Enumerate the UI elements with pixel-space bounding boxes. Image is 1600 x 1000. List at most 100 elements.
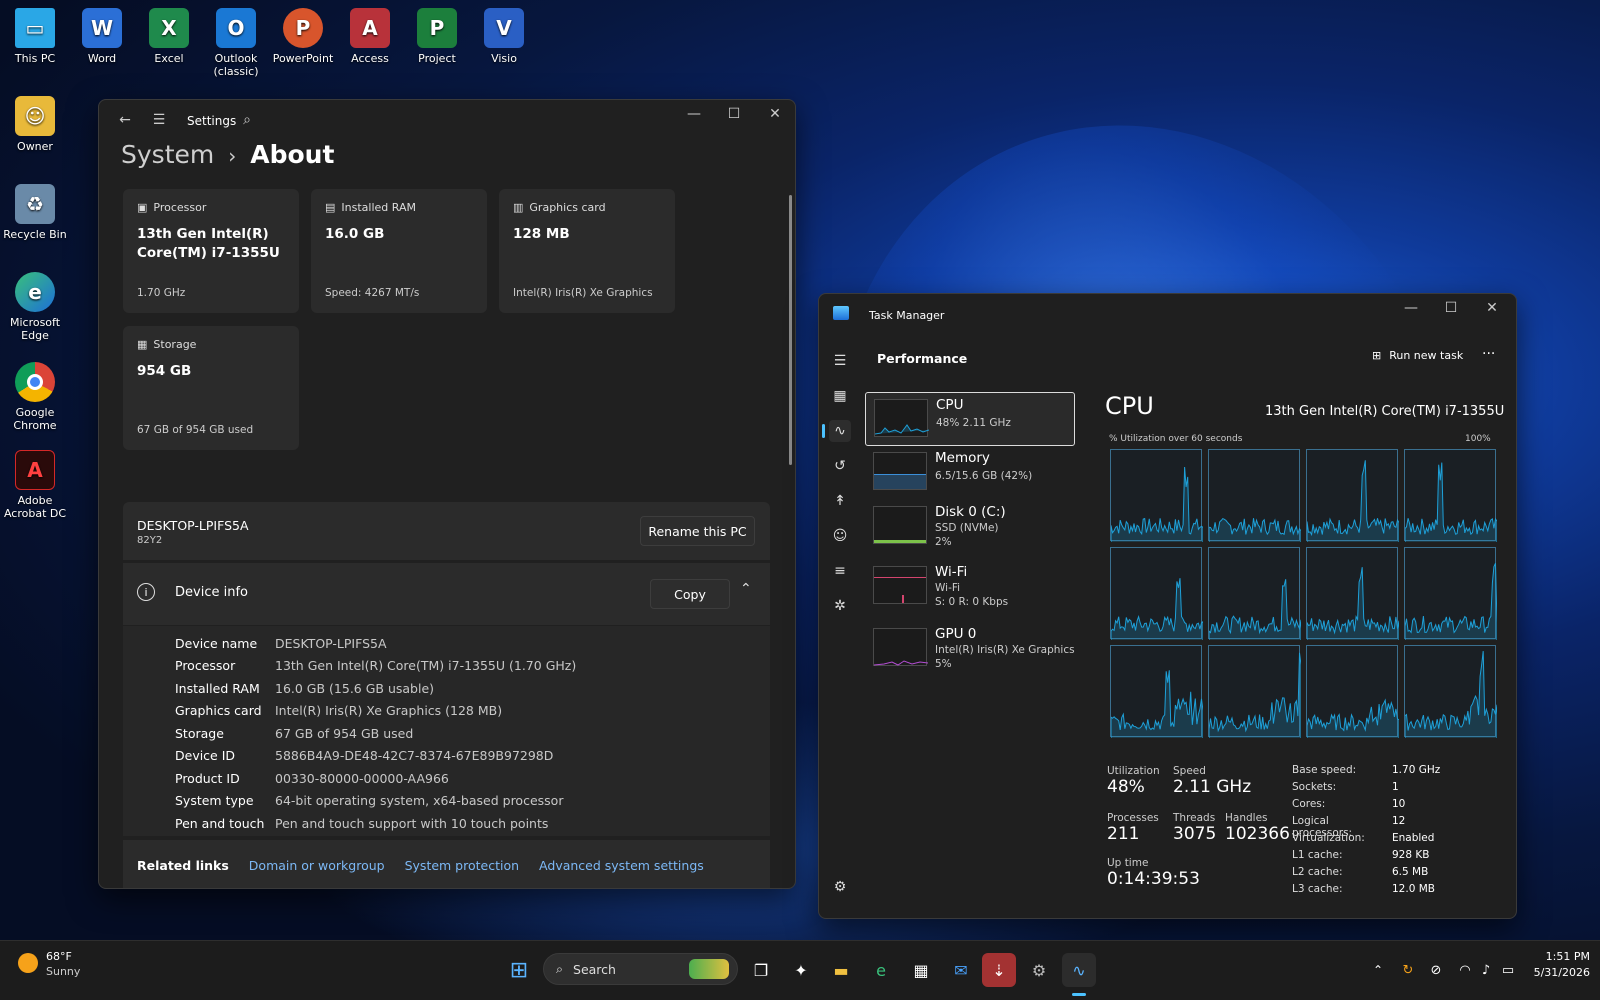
cpu-core-graph — [1404, 645, 1498, 738]
storage-used: 67 GB of 954 GB used — [137, 424, 254, 436]
outlook-taskbar-icon[interactable]: ✉ — [944, 953, 978, 987]
start-windows-icon[interactable]: ⊞ — [502, 953, 536, 987]
task-view-icon[interactable]: ❐ — [744, 953, 778, 987]
app-history-icon[interactable]: ↺ — [829, 455, 851, 477]
taskbar-search-box[interactable]: ⌕ Search — [543, 953, 738, 985]
settings-gear-icon[interactable]: ⚙ — [829, 876, 851, 898]
related-links-label: Related links — [137, 857, 229, 873]
cpu-core-line — [1110, 466, 1204, 542]
recycle-bin-icon: ♻ — [15, 184, 55, 224]
desktop-icon-project[interactable]: P Project — [402, 8, 472, 65]
perf-item-disk[interactable]: Disk 0 (C:) SSD (NVMe) 2% — [865, 500, 1075, 554]
perf-item-wifi[interactable]: Wi-Fi Wi-Fi S: 0 R: 0 Kbps — [865, 560, 1075, 614]
ram-icon: ▤ — [325, 201, 336, 214]
graphics-name: Intel(R) Iris(R) Xe Graphics — [513, 287, 653, 299]
graph-max: 100% — [1465, 434, 1491, 444]
sun-icon[interactable] — [18, 953, 38, 973]
search-icon[interactable]: ⌕ — [227, 106, 267, 134]
desktop-icon-acrobat[interactable]: A Adobe Acrobat DC — [0, 450, 70, 520]
maximize-button[interactable]: ☐ — [714, 100, 754, 128]
processes-icon[interactable]: ▦ — [829, 385, 851, 407]
edge-taskbar-icon[interactable]: e — [864, 953, 898, 987]
task-manager-taskbar-icon[interactable]: ∿ — [1062, 953, 1096, 987]
users-icon[interactable]: ☺ — [829, 525, 851, 547]
breadcrumb-system[interactable]: System — [121, 140, 214, 169]
minimize-button[interactable]: — — [1391, 294, 1431, 322]
settings-taskbar-icon[interactable]: ⚙ — [1022, 953, 1056, 987]
copilot-icon[interactable]: ✦ — [784, 953, 818, 987]
link-advanced-system-settings[interactable]: Advanced system settings — [539, 858, 704, 873]
file-explorer-icon[interactable]: ▬ — [824, 953, 858, 987]
settings-window: ← ☰ Settings ⌕ — ☐ ✕ System › About ▣ Pro… — [98, 99, 796, 889]
spec-row: Device ID 5886B4A9-DE48-42C7-8374-67E89B9… — [175, 748, 554, 764]
breadcrumb-separator: › — [228, 144, 237, 168]
hamburger-menu-icon[interactable]: ☰ — [829, 350, 851, 372]
cpu-core-graph — [1306, 547, 1400, 640]
cpu-core-line — [1306, 567, 1400, 640]
close-button[interactable]: ✕ — [755, 100, 795, 128]
weather-desc[interactable]: Sunny — [46, 965, 80, 978]
desktop-icon-owner[interactable]: ☺ Owner — [0, 96, 70, 153]
rename-pc-button[interactable]: Rename this PC — [640, 516, 755, 546]
hamburger-menu-icon[interactable]: ☰ — [139, 106, 179, 134]
related-links: Related links Domain or workgroup System… — [123, 840, 770, 888]
device-info-header[interactable]: i Device info Copy ⌃ — [123, 563, 770, 625]
link-system-protection[interactable]: System protection — [405, 858, 519, 873]
cpu-core-line — [1404, 562, 1498, 640]
perf-item-cpu[interactable]: CPU 48% 2.11 GHz — [865, 392, 1075, 446]
pc-name: DESKTOP-LPIFS5A — [137, 518, 249, 533]
desktop-icon-word[interactable]: W Word — [67, 8, 137, 65]
chevron-up-icon[interactable]: ⌃ — [740, 581, 752, 597]
desktop-icon-visio[interactable]: V Visio — [469, 8, 539, 65]
stat-uptime: Up time 0:14:39:53 — [1107, 857, 1200, 889]
app-install-icon[interactable]: ⇣ — [982, 953, 1016, 987]
memory-thumbnail — [873, 452, 927, 490]
cpu-core-line — [1404, 462, 1498, 542]
cpu-core-graph — [1110, 645, 1204, 738]
link-domain-workgroup[interactable]: Domain or workgroup — [249, 858, 385, 873]
desktop-icon-access[interactable]: A Access — [335, 8, 405, 65]
details-icon[interactable]: ≡ — [829, 560, 851, 582]
desktop-icon-excel[interactable]: X Excel — [134, 8, 204, 65]
spec-row: Graphics card Intel(R) Iris(R) Xe Graphic… — [175, 703, 503, 719]
desktop-icon-outlook[interactable]: O Outlook (classic) — [201, 8, 271, 78]
edge-icon: e — [15, 272, 55, 312]
run-new-task-button[interactable]: ⊞ Run new task — [1372, 349, 1463, 362]
pc-name-panel: DESKTOP-LPIFS5A 82Y2 Rename this PC — [123, 502, 770, 560]
minimize-button[interactable]: — — [674, 100, 714, 128]
clock-date[interactable]: 5/31/2026 — [1525, 966, 1590, 979]
word-icon: W — [82, 8, 122, 48]
spec-row: Installed RAM 16.0 GB (15.6 GB usable) — [175, 680, 435, 696]
processor-card: ▣ Processor 13th Gen Intel(R) Core(TM) i7… — [123, 189, 299, 313]
services-icon[interactable]: ✲ — [829, 595, 851, 617]
performance-icon[interactable]: ∿ — [829, 420, 851, 442]
page-title: About — [250, 140, 335, 169]
desktop-icon-chrome[interactable]: Google Chrome — [0, 362, 70, 432]
maximize-button[interactable]: ☐ — [1431, 294, 1471, 322]
ram-card: ▤ Installed RAM 16.0 GB Speed: 4267 MT/s — [311, 189, 487, 313]
chevron-up-icon[interactable]: ⌃ — [1361, 953, 1395, 987]
desktop-icon-powerpoint[interactable]: P PowerPoint — [268, 8, 338, 65]
battery-icon[interactable]: ▭ — [1491, 953, 1525, 987]
visio-icon: V — [484, 8, 524, 48]
graphics-card: ▥ Graphics card 128 MB Intel(R) Iris(R) X… — [499, 189, 675, 313]
clock-time[interactable]: 1:51 PM — [1535, 950, 1590, 963]
graphics-value: 128 MB — [513, 226, 570, 242]
powerpoint-icon: P — [283, 8, 323, 48]
perf-item-gpu[interactable]: GPU 0 Intel(R) Iris(R) Xe Graphics 5% — [865, 622, 1075, 676]
close-button[interactable]: ✕ — [1472, 294, 1512, 322]
search-highlight-icon — [689, 959, 729, 979]
more-options-icon[interactable]: ··· — [1482, 346, 1495, 362]
scrollbar-thumb[interactable] — [789, 195, 792, 465]
copy-button[interactable]: Copy — [650, 579, 730, 609]
weather-temp[interactable]: 68°F — [46, 950, 72, 963]
perf-item-memory[interactable]: Memory 6.5/15.6 GB (42%) — [865, 446, 1075, 500]
desktop-icon-this-pc[interactable]: ▭ This PC — [0, 8, 70, 65]
desktop-icon-recycle-bin[interactable]: ♻ Recycle Bin — [0, 184, 70, 241]
store-icon[interactable]: ▦ — [904, 953, 938, 987]
spec-row: System type 64-bit operating system, x64-… — [175, 793, 564, 809]
gpu-thumbnail — [873, 628, 929, 666]
desktop-icon-edge[interactable]: e Microsoft Edge — [0, 272, 70, 342]
startup-apps-icon[interactable]: ↟ — [829, 490, 851, 512]
user-folder-icon: ☺ — [15, 96, 55, 136]
